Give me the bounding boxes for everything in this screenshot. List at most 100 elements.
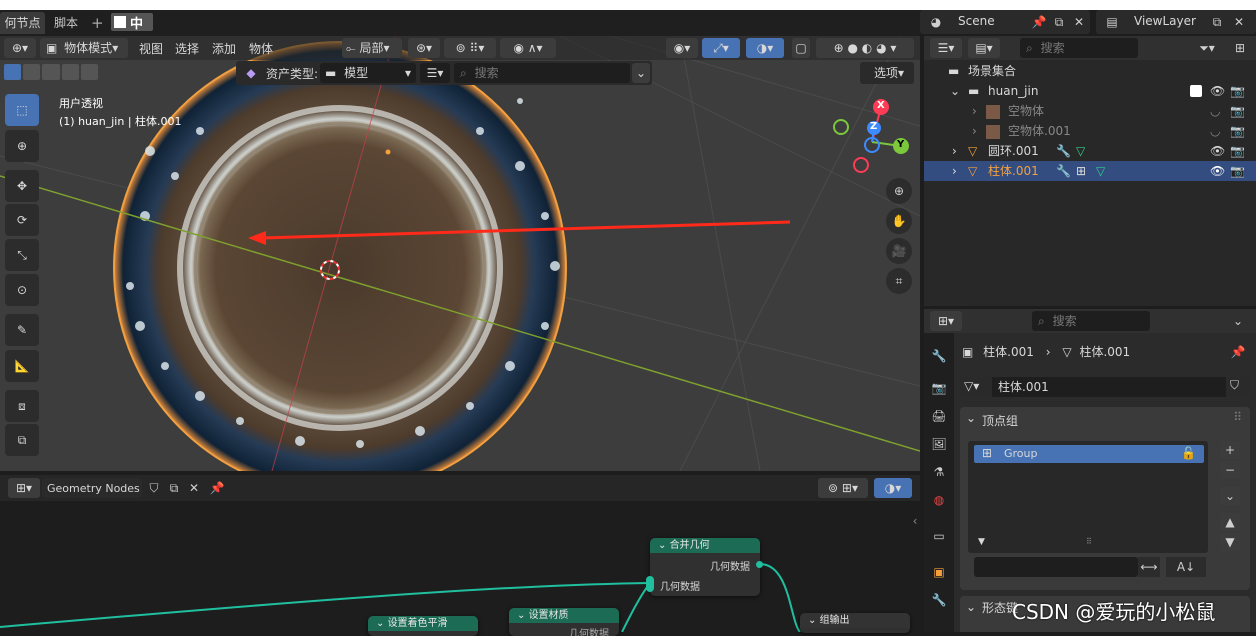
pin-icon[interactable]: 📌 bbox=[1228, 342, 1248, 362]
scale-tool[interactable]: ⤡ bbox=[5, 239, 39, 271]
zoom-icon[interactable]: ⊕ bbox=[886, 178, 912, 204]
menu-add[interactable]: 添加 bbox=[212, 40, 236, 57]
gizmo-toggle[interactable]: ⤢▾ bbox=[702, 38, 740, 58]
vertex-group-icon[interactable]: ⊞ bbox=[1076, 161, 1086, 181]
vertex-group-item[interactable]: ⊞ Group 🔓 bbox=[974, 445, 1204, 463]
asset-search-input[interactable]: ⌕ 搜索 bbox=[454, 63, 630, 83]
annotate-tool[interactable]: ✎ bbox=[5, 314, 39, 346]
transform-tool[interactable]: ⊙ bbox=[5, 274, 39, 306]
join-output-socket[interactable] bbox=[756, 561, 763, 568]
output-tab-icon[interactable]: 🖨 bbox=[928, 405, 950, 427]
view-layer-tab-icon[interactable]: 🖼 bbox=[928, 433, 950, 455]
overlay-toggle[interactable]: ◑▾ bbox=[746, 38, 784, 58]
outliner-row-cylinder[interactable]: › ▽ 柱体.001 🔧 ⊞ ▽ 👁 📷 bbox=[924, 161, 1256, 181]
measure-tool[interactable]: 📐 bbox=[5, 350, 39, 382]
tab-scripting[interactable]: 脚本 bbox=[54, 12, 78, 34]
swap-icon[interactable]: ⟷ bbox=[1138, 557, 1160, 577]
new-collection-icon[interactable]: ⊞ bbox=[1230, 39, 1250, 57]
add-workspace-button[interactable]: + bbox=[91, 12, 104, 34]
unlink-tree-icon[interactable]: ✕ bbox=[185, 479, 203, 497]
filter-icon[interactable]: ⏷▾ bbox=[1192, 39, 1222, 57]
view-layer-selector[interactable]: ▤ ViewLayer ⧉ ✕ bbox=[1096, 10, 1256, 34]
world-tab-icon[interactable]: ◍ bbox=[928, 489, 950, 511]
camera-render-icon[interactable]: 📷 bbox=[1230, 81, 1245, 101]
remove-vertex-group-icon[interactable]: − bbox=[1220, 461, 1240, 479]
properties-options-icon[interactable]: ⌄ bbox=[1228, 312, 1248, 330]
mode-dropdown[interactable]: ▣ 物体模式▾ bbox=[40, 38, 128, 58]
group-output-node[interactable]: ⌄ 组输出 bbox=[800, 613, 910, 633]
duplicate-tree-icon[interactable]: ⧉ bbox=[165, 479, 183, 497]
proportional-edit-button[interactable]: ◉ ∧▾ bbox=[500, 38, 556, 58]
fake-user-shield-icon[interactable]: ⛉ bbox=[145, 479, 163, 497]
join-geometry-node[interactable]: ⌄ 合并几何 几何数据 几何数据 bbox=[650, 538, 760, 596]
eye-icon[interactable]: 👁 bbox=[1210, 81, 1225, 101]
object-tab-icon[interactable]: ▣ bbox=[928, 561, 950, 583]
vertex-group-list[interactable]: ⊞ Group 🔓 ▼ ⠿ bbox=[968, 441, 1208, 553]
vertex-group-filter-input[interactable] bbox=[974, 557, 1138, 577]
pan-hand-icon[interactable]: ✋ bbox=[886, 208, 912, 234]
menu-view[interactable]: 视图 bbox=[139, 40, 163, 57]
outliner-row-huan-jin[interactable]: ⌄ ▬ huan_jin 👁 📷 bbox=[924, 81, 1256, 101]
tab-geometry-nodes[interactable]: 何节点 bbox=[0, 12, 45, 34]
eye-icon[interactable]: 👁 bbox=[1210, 141, 1225, 161]
checkbox-icon[interactable] bbox=[1190, 85, 1202, 97]
render-tab-icon[interactable]: 📷 bbox=[928, 377, 950, 399]
rotate-tool[interactable]: ⟳ bbox=[5, 204, 39, 236]
asset-type-dropdown[interactable]: ▬ 模型 ▾ bbox=[320, 63, 416, 83]
cursor-tool[interactable]: ⊕ bbox=[5, 130, 39, 162]
transform-orientation-dropdown[interactable]: ⟜ 局部▾ bbox=[342, 38, 402, 58]
hidden-eye-icon[interactable]: ◡ bbox=[1210, 101, 1220, 121]
fake-user-shield-icon[interactable]: ⛉ bbox=[1230, 378, 1239, 393]
3d-viewport[interactable] bbox=[0, 36, 920, 471]
pivot-button[interactable]: ⊛▾ bbox=[408, 38, 440, 58]
lock-icon[interactable]: 🔓 bbox=[1181, 446, 1196, 460]
navigation-gizmo[interactable]: X Y Z bbox=[826, 96, 916, 176]
xray-toggle[interactable]: ▢ bbox=[792, 38, 810, 58]
outliner-row-empty-001[interactable]: › 空物体.001 ◡ 📷 bbox=[924, 121, 1256, 141]
sidebar-toggle-icon[interactable]: ‹ bbox=[910, 513, 920, 529]
set-shade-smooth-node[interactable]: ⌄ 设置着色平滑 bbox=[368, 616, 478, 636]
outliner-row-scene-collection[interactable]: ▬ 场景集合 bbox=[924, 61, 1256, 81]
camera-render-icon[interactable]: 📷 bbox=[1230, 141, 1245, 161]
menu-select[interactable]: 选择 bbox=[175, 40, 199, 57]
delete-view-layer-icon[interactable]: ✕ bbox=[1230, 13, 1248, 31]
select-box-tool[interactable]: ⬚ bbox=[5, 94, 39, 126]
properties-editor-type[interactable]: ⊞▾ bbox=[930, 311, 962, 331]
move-down-icon[interactable]: ▼ bbox=[1220, 533, 1240, 551]
mesh-data-icon[interactable]: ▽ bbox=[1096, 161, 1105, 181]
pin-icon[interactable]: 📌 bbox=[1030, 13, 1048, 31]
node-tree-selector[interactable]: Geometry Nodes bbox=[42, 478, 142, 498]
vertex-group-menu-icon[interactable]: ⌄ bbox=[1220, 487, 1240, 505]
node-overlay-toggle[interactable]: ◑▾ bbox=[874, 478, 912, 498]
shading-modes[interactable]: ⊕ ● ◐ ◕ ▾ bbox=[816, 38, 914, 58]
node-snap-buttons[interactable]: ⊚ ⊞▾ bbox=[818, 478, 868, 498]
mesh-datablock-selector[interactable]: ▽▾ 柱体.001 ⛉ bbox=[960, 377, 1250, 397]
add-cube-tool[interactable]: ⧈ bbox=[5, 390, 39, 422]
tool-tab-icon[interactable]: 🔧 bbox=[928, 345, 950, 367]
move-up-icon[interactable]: ▲ bbox=[1220, 513, 1240, 531]
editor-type-button[interactable]: ⊕▾ bbox=[4, 38, 36, 58]
grid-projection-icon[interactable]: ⌗ bbox=[886, 268, 912, 294]
modifier-wrench-icon[interactable]: 🔧 bbox=[1056, 141, 1071, 161]
scene-tab-icon[interactable]: ⚗ bbox=[928, 461, 950, 483]
collection-tab-icon[interactable]: ▭ bbox=[928, 525, 950, 547]
display-mode-dropdown[interactable]: ▤▾ bbox=[968, 38, 1000, 58]
snap-button[interactable]: ⊚ ⠿▾ bbox=[444, 38, 496, 58]
new-scene-icon[interactable]: ⧉ bbox=[1050, 13, 1068, 31]
vertex-groups-title[interactable]: 顶点组 bbox=[982, 412, 1018, 429]
join-input-socket[interactable] bbox=[646, 576, 654, 592]
options-dropdown[interactable]: 选项▾ bbox=[860, 62, 914, 84]
delete-scene-icon[interactable]: ✕ bbox=[1070, 13, 1088, 31]
camera-icon[interactable]: 🎥 bbox=[886, 238, 912, 264]
visibility-dropdown[interactable]: ◉▾ bbox=[666, 38, 698, 58]
node-editor-type-button[interactable]: ⊞▾ bbox=[8, 478, 40, 498]
add-vertex-group-icon[interactable]: + bbox=[1220, 441, 1240, 459]
modifier-wrench-icon[interactable]: 🔧 bbox=[1056, 161, 1071, 181]
modifier-tab-icon[interactable]: 🔧 bbox=[928, 589, 950, 611]
node-editor-canvas[interactable]: ⌄ 合并几何 几何数据 几何数据 ⌄ 设置着色平滑 ⌄ 设置材质 几何数据 ⌄ … bbox=[0, 501, 920, 636]
properties-search-input[interactable]: ⌕ 搜索 bbox=[1032, 311, 1150, 331]
filter-dropdown[interactable]: ☰▾ bbox=[420, 63, 450, 83]
spin-tool[interactable]: ⧉ bbox=[5, 424, 39, 456]
new-view-layer-icon[interactable]: ⧉ bbox=[1208, 13, 1226, 31]
select-mode-buttons[interactable] bbox=[4, 64, 99, 82]
